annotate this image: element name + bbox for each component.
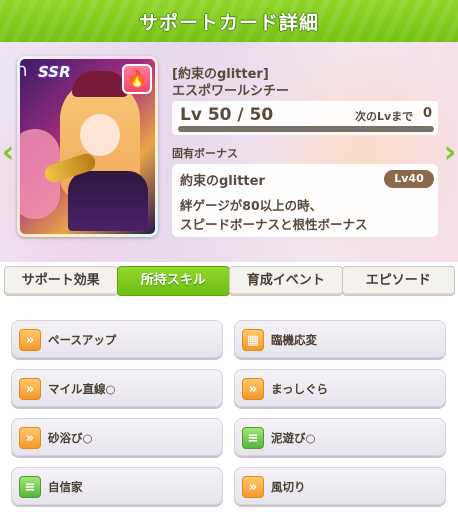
speed-boot-icon: »: [19, 329, 41, 351]
next-level-label: 次のLvまで: [355, 110, 414, 123]
skill-item[interactable]: ≡ 自信家: [11, 467, 223, 505]
next-level-value: 0: [423, 106, 433, 121]
skill-name: マイル直線○: [48, 382, 116, 396]
rarity-badge: SSR: [38, 63, 71, 81]
card-art-face: [80, 114, 120, 156]
level-value: Lv 50 / 50: [180, 105, 274, 125]
page-title: サポートカード詳細: [138, 11, 319, 34]
unique-bonus-desc-line: スピードボーナスと根性ボーナス: [180, 217, 368, 232]
unique-bonus-description: 絆ゲージが80以上の時、 スピードボーナスと根性ボーナス: [180, 196, 368, 234]
skill-name: 泥遊び○: [271, 431, 316, 445]
tab-episodes[interactable]: エピソード: [341, 266, 455, 296]
unique-bonus-name: 約束のglitter: [180, 174, 265, 189]
skill-item[interactable]: » マイル直線○: [11, 369, 223, 407]
speed-boot-icon: »: [19, 378, 41, 400]
unique-bonus-level-badge: Lv40: [384, 170, 434, 188]
speed-boot-icon: »: [19, 427, 41, 449]
tactics-board-icon: ▦: [242, 329, 264, 351]
next-card-arrow-icon[interactable]: ›: [442, 135, 458, 171]
unique-bonus-desc-line: 絆ゲージが80以上の時、: [180, 198, 323, 213]
stamina-icon: ≡: [242, 427, 264, 449]
skill-name: 臨機応変: [271, 333, 317, 347]
tab-owned-skills[interactable]: 所持スキル: [116, 266, 230, 296]
flame-icon: 🔥: [122, 64, 152, 94]
speed-boot-icon: »: [242, 476, 264, 498]
skill-name: ペースアップ: [48, 333, 117, 347]
skill-item[interactable]: » 風切り: [234, 467, 446, 505]
skill-item[interactable]: » ペースアップ: [11, 320, 223, 358]
skill-name: 砂浴び○: [48, 431, 93, 445]
skill-name: 風切り: [271, 480, 306, 494]
card-character-name: エスポワールシチー: [172, 84, 290, 99]
skill-name: 自信家: [48, 480, 83, 494]
skill-item[interactable]: » まっしぐら: [234, 369, 446, 407]
level-progress-fill: [178, 126, 434, 132]
tab-support-effect[interactable]: サポート効果: [4, 266, 118, 296]
level-progress-bar: [178, 126, 434, 132]
card-art-outfit: [68, 171, 148, 231]
skill-item[interactable]: ≡ 泥遊び○: [234, 418, 446, 456]
previous-card-arrow-icon[interactable]: ‹: [0, 135, 16, 171]
skill-list: » ペースアップ ▦ 臨機応変 » マイル直線○ » まっしぐら » 砂浴び○ …: [0, 304, 458, 517]
tab-training-events[interactable]: 育成イベント: [229, 266, 343, 296]
card-art-hat: [72, 71, 128, 97]
skill-item[interactable]: » 砂浴び○: [11, 418, 223, 456]
stamina-icon: ≡: [19, 476, 41, 498]
speed-boot-icon: »: [242, 378, 264, 400]
header-bar: サポートカード詳細: [0, 0, 458, 42]
unique-bonus-section-label: 固有ボーナス: [172, 147, 238, 160]
detail-tabs: サポート効果 所持スキル 育成イベント エピソード: [4, 266, 455, 296]
skill-name: まっしぐら: [271, 382, 329, 396]
skill-item[interactable]: ▦ 臨機応変: [234, 320, 446, 358]
